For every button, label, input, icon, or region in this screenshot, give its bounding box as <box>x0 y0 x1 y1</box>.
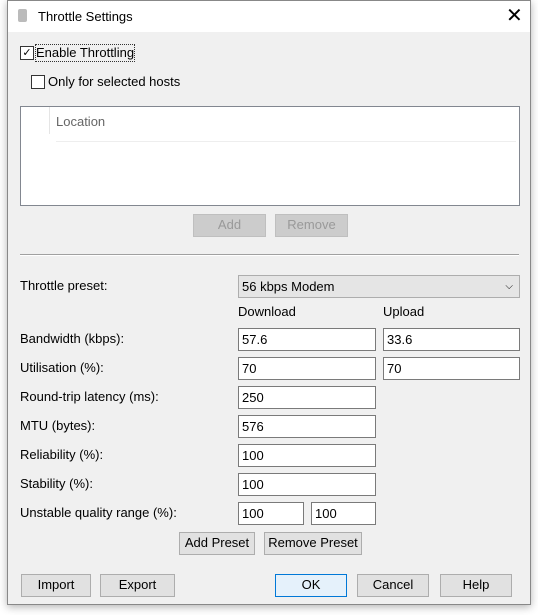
throttle-preset-select[interactable]: 56 kbps Modem ⌵ <box>238 275 520 298</box>
bandwidth-label: Bandwidth (kbps): <box>20 331 125 346</box>
hosts-table[interactable]: Location <box>20 106 520 206</box>
latency-input[interactable]: 250 <box>238 386 376 409</box>
separator <box>20 254 519 256</box>
throttle-settings-dialog: Throttle Settings ✕ ✓ Enable Throttling … <box>7 0 531 605</box>
import-button[interactable]: Import <box>21 574 91 597</box>
close-icon[interactable]: ✕ <box>506 4 523 28</box>
throttle-preset-label: Throttle preset: <box>20 278 108 293</box>
stability-label: Stability (%): <box>20 476 93 491</box>
throttle-preset-value: 56 kbps Modem <box>242 279 335 294</box>
table-header-location[interactable]: Location <box>56 114 516 142</box>
mtu-input[interactable]: 576 <box>238 415 376 438</box>
bandwidth-download-input[interactable]: 57.6 <box>238 328 376 351</box>
help-button[interactable]: Help <box>440 574 512 597</box>
latency-label: Round-trip latency (ms): <box>20 389 159 404</box>
unstable-range-min-input[interactable]: 100 <box>238 502 304 525</box>
enable-throttling-label[interactable]: Enable Throttling <box>34 44 136 62</box>
download-header: Download <box>238 304 296 319</box>
remove-preset-button[interactable]: Remove Preset <box>264 532 362 555</box>
reliability-input[interactable]: 100 <box>238 444 376 467</box>
title-bar: Throttle Settings ✕ <box>8 1 530 32</box>
only-selected-hosts-checkbox[interactable] <box>31 75 45 89</box>
bandwidth-upload-input[interactable]: 33.6 <box>383 328 520 351</box>
enable-throttling-checkbox[interactable]: ✓ <box>20 46 34 60</box>
reliability-label: Reliability (%): <box>20 447 104 462</box>
stability-input[interactable]: 100 <box>238 473 376 496</box>
dialog-title: Throttle Settings <box>38 9 133 24</box>
utilisation-download-input[interactable]: 70 <box>238 357 376 380</box>
ok-button[interactable]: OK <box>275 574 347 597</box>
cancel-button[interactable]: Cancel <box>357 574 429 597</box>
add-host-button[interactable]: Add <box>193 214 266 237</box>
unstable-range-label: Unstable quality range (%): <box>20 505 177 520</box>
app-icon <box>18 9 27 22</box>
utilisation-label: Utilisation (%): <box>20 360 104 375</box>
only-selected-hosts-label[interactable]: Only for selected hosts <box>48 74 180 90</box>
remove-host-button[interactable]: Remove <box>275 214 348 237</box>
upload-header: Upload <box>383 304 425 319</box>
export-button[interactable]: Export <box>100 574 175 597</box>
chevron-down-icon: ⌵ <box>505 281 513 292</box>
table-header-blank <box>21 107 50 134</box>
add-preset-button[interactable]: Add Preset <box>179 532 255 555</box>
utilisation-upload-input[interactable]: 70 <box>383 357 520 380</box>
mtu-label: MTU (bytes): <box>20 418 96 433</box>
unstable-range-max-input[interactable]: 100 <box>311 502 376 525</box>
